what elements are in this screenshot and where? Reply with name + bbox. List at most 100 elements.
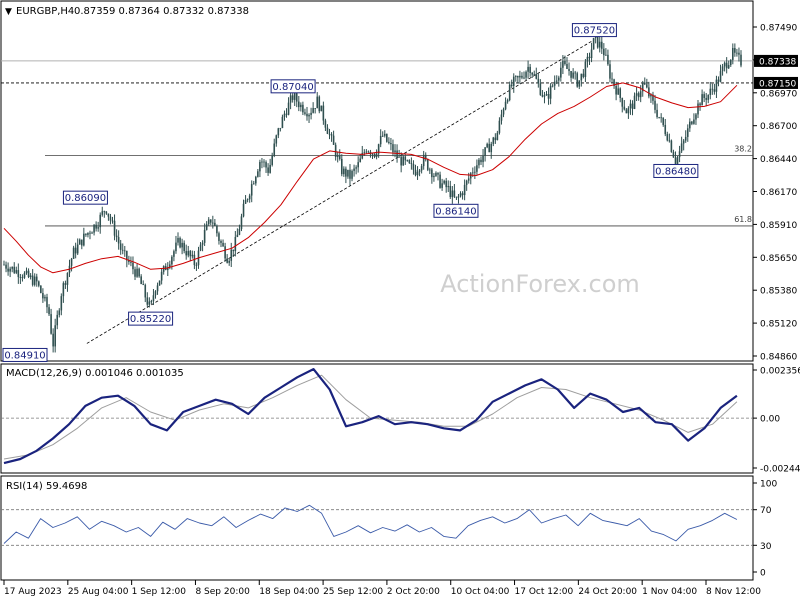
candle-body	[379, 135, 382, 145]
candle-body	[162, 266, 165, 272]
rsi-tick-label: 70	[760, 506, 772, 516]
candle-body	[617, 88, 619, 95]
swing-badge-label: 0.86480	[655, 166, 696, 177]
candle-body	[408, 160, 411, 164]
candle-body	[236, 234, 239, 237]
rsi-tick-label: 30	[760, 542, 772, 552]
candle-body	[144, 284, 147, 298]
candle-body	[557, 77, 560, 81]
candle-body	[160, 271, 163, 281]
candle-body	[373, 153, 376, 158]
candle-body	[78, 239, 81, 245]
time-tick-label: 1 Sep 12:00	[132, 587, 187, 597]
candle-body	[228, 260, 230, 263]
candle-body	[142, 284, 145, 285]
candle-body	[279, 127, 282, 129]
candle-body	[318, 96, 321, 112]
candle-body	[729, 59, 732, 66]
candle-body	[697, 103, 699, 115]
candle-body	[52, 333, 54, 347]
candle-body	[171, 256, 173, 265]
candle-body	[242, 203, 245, 217]
candle-body	[58, 310, 61, 315]
candle-body	[115, 235, 118, 238]
candle-body	[662, 117, 665, 125]
candle-body	[457, 196, 460, 198]
price-tick-label: 0.85120	[760, 320, 797, 330]
swing-badge: 0.85220	[128, 311, 174, 326]
candle-body	[107, 213, 110, 217]
candle-body	[265, 162, 267, 168]
trading-chart: ActionForex.com ▼ EURGBP,H4 0.87359 0.87…	[0, 0, 800, 597]
macd-tick-label: 0.00	[760, 415, 780, 425]
candle-body	[191, 254, 194, 257]
rsi-title: RSI(14) 59.4698	[6, 481, 87, 492]
candle-body	[410, 163, 413, 165]
candle-body	[238, 228, 241, 235]
candle-body	[666, 134, 669, 141]
candle-body	[508, 84, 511, 101]
fib-level-label: 38.2	[734, 145, 752, 154]
candle-body	[357, 162, 359, 168]
candle-body	[89, 232, 91, 234]
candle-body	[183, 242, 185, 252]
candle-body	[684, 136, 687, 141]
candle-body	[713, 89, 716, 92]
swing-badge: 0.86140	[433, 203, 479, 218]
candle-body	[50, 314, 52, 334]
candle-body	[312, 108, 314, 113]
candle-body	[474, 171, 476, 173]
candle-body	[289, 95, 292, 103]
candle-body	[222, 242, 224, 247]
candle-body	[494, 137, 497, 141]
candle-body	[277, 128, 280, 136]
candle-body	[600, 41, 603, 49]
candle-body	[97, 227, 99, 229]
candle-body	[302, 104, 304, 113]
candle-body	[99, 214, 102, 228]
candle-body	[515, 76, 517, 77]
candle-body	[500, 114, 503, 121]
candle-body	[248, 195, 251, 200]
candle-body	[326, 127, 329, 134]
time-tick-label: 25 Sep 12:00	[323, 587, 383, 597]
candle-body	[603, 48, 605, 56]
candle-body	[689, 121, 691, 129]
candle-body	[123, 250, 126, 252]
candle-body	[13, 266, 16, 273]
candle-body	[490, 143, 493, 153]
candle-body	[643, 82, 646, 85]
swing-badge-label: 0.87520	[574, 26, 615, 37]
candle-body	[83, 233, 85, 246]
candle-body	[625, 109, 628, 114]
candle-body	[95, 224, 97, 229]
candle-body	[48, 307, 50, 315]
candle-body	[420, 166, 423, 171]
candle-body	[433, 175, 435, 178]
candle-body	[347, 169, 349, 177]
candle-body	[300, 104, 302, 108]
candle-body	[422, 154, 425, 167]
candle-body	[404, 156, 407, 161]
candle-body	[727, 65, 730, 69]
candle-body	[214, 222, 216, 226]
candle-body	[400, 156, 402, 166]
candle-body	[605, 54, 607, 56]
candle-body	[519, 75, 521, 78]
swing-badge: 0.86090	[62, 190, 108, 205]
candle-body	[33, 276, 36, 285]
candle-body	[306, 113, 308, 117]
time-tick-label: 18 Sep 04:00	[259, 587, 319, 597]
candle-body	[340, 158, 343, 175]
candle-body	[607, 54, 609, 65]
price-tick-label: 0.86440	[760, 155, 797, 165]
candle-body	[431, 169, 433, 178]
candle-body	[212, 222, 214, 224]
candle-body	[72, 247, 75, 259]
candle-body	[267, 167, 269, 173]
candle-body	[394, 150, 396, 153]
candle-body	[504, 101, 507, 110]
candle-body	[343, 168, 345, 175]
candle-body	[111, 220, 114, 222]
candle-body	[449, 185, 452, 198]
